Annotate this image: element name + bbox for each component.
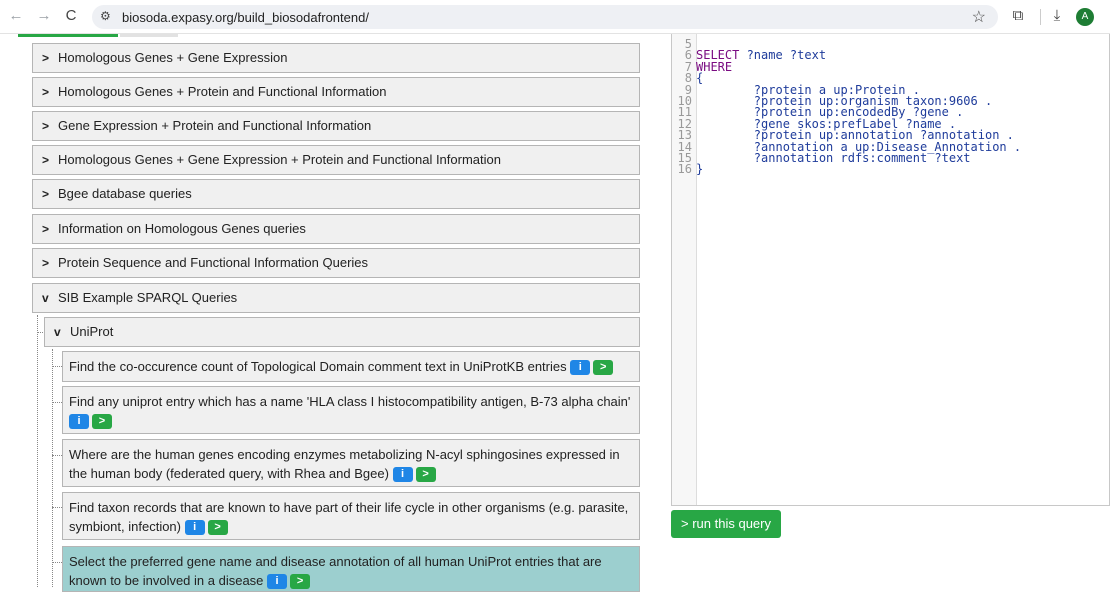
code-text: } [696,162,704,177]
code-content[interactable]: 5 6 SELECT ?name ?text 7 WHERE 8{9 ?protein a… [672,37,1022,177]
line-number: 5 [684,37,692,51]
code-line: 7 WHERE [672,59,1021,74]
toolbar-divider [1040,9,1041,25]
chevron-right-icon: > [42,119,50,133]
tree-line [52,562,62,563]
category-accordion[interactable]: > Homologous Genes + Gene Expression [32,43,640,73]
run-query-button[interactable]: > [207,520,228,536]
category-label: SIB Example SPARQL Queries [58,290,238,305]
extensions-icon[interactable]: ⧉ [1008,6,1028,26]
line-number: 8 [684,71,692,86]
category-accordion[interactable]: > Homologous Genes + Gene Expression + Pr… [32,145,640,175]
category-accordion[interactable]: > Protein Sequence and Functional Informa… [32,248,640,278]
query-item[interactable]: Find taxon records that are known to hav… [62,492,640,540]
address-bar[interactable]: ⚙ biosoda.expasy.org/build_biosodafronte… [92,5,998,29]
run-query-button[interactable]: > [92,414,112,430]
chevron-down-icon: v [54,325,61,339]
url-text[interactable]: biosoda.expasy.org/build_biosodafrontend… [122,10,369,25]
line-number: 6 [684,48,692,63]
info-button[interactable]: i [184,520,205,536]
download-icon[interactable]: ⤓ [1047,6,1067,26]
query-item[interactable]: Find any uniprot entry which has a name … [62,386,640,434]
tree-line [52,349,53,587]
tree-line [52,402,62,403]
category-label: Homologous Genes + Protein and Functiona… [58,84,387,99]
code-text: ?annotation rdfs:comment ?text [696,150,971,165]
reload-icon[interactable]: C [61,6,81,26]
query-item-selected[interactable]: Select the preferred gene name and disea… [62,546,640,592]
info-button[interactable]: i [69,414,89,430]
sparql-editor[interactable]: 5 6 SELECT ?name ?text 7 WHERE 8{9 ?protein a… [671,34,1110,506]
line-number: 7 [684,59,692,74]
chevron-right-icon: > [42,85,50,99]
run-query-button[interactable]: > [593,360,614,376]
info-button[interactable]: i [392,467,413,483]
inactive-tab-indicator [120,34,178,37]
tree-line [52,455,62,456]
site-settings-icon[interactable]: ⚙ [100,9,111,23]
active-tab-indicator [18,34,118,37]
subcategory-label: UniProt [70,324,114,339]
code-line: 15 ?annotation rdfs:comment ?text [672,150,1021,165]
category-label: Homologous Genes + Gene Expression [58,50,288,65]
category-label: Bgee database queries [58,186,192,201]
chevron-right-icon: > [42,222,50,236]
tree-line [37,332,43,333]
query-text: Where are the human genes encoding enzym… [69,447,620,481]
category-label: Protein Sequence and Functional Informat… [58,255,369,270]
query-text: Find taxon records that are known to hav… [69,500,629,534]
profile-avatar[interactable]: A [1076,8,1094,26]
category-accordion[interactable]: > Information on Homologous Genes queries [32,214,640,244]
query-text: Find any uniprot entry which has a name … [69,394,631,409]
chevron-right-icon: > [42,51,50,65]
chevron-right-icon: > [42,187,50,201]
chevron-right-icon: > [42,153,50,167]
category-accordion[interactable]: > Bgee database queries [32,179,640,209]
category-label: Gene Expression + Protein and Functional… [58,118,372,133]
forward-icon[interactable]: → [34,6,54,26]
code-text: ?name ?text [739,48,827,63]
category-accordion[interactable]: > Gene Expression + Protein and Functiona… [32,111,640,141]
category-label: Homologous Genes + Gene Expression + Pro… [58,152,501,167]
info-button[interactable]: i [570,360,591,376]
query-text: Select the preferred gene name and disea… [69,554,602,588]
run-query-button[interactable]: > [415,467,436,483]
category-accordion[interactable]: > Homologous Genes + Protein and Function… [32,77,640,107]
tree-line [37,315,38,587]
category-accordion[interactable]: v SIB Example SPARQL Queries [32,283,640,313]
bookmark-star-icon[interactable]: ☆ [972,7,986,27]
chevron-down-icon: v [42,291,49,305]
subcategory-uniprot[interactable]: v UniProt [44,317,640,347]
browser-toolbar: ← → C ⚙ biosoda.expasy.org/build_biosoda… [0,0,1110,34]
category-label: Information on Homologous Genes queries [58,221,306,236]
back-icon[interactable]: ← [6,6,26,26]
run-this-query-button[interactable]: > run this query [671,510,781,538]
chevron-right-icon: > [42,256,50,270]
query-text: Find the co-occurence count of Topologic… [69,359,567,374]
query-item[interactable]: Where are the human genes encoding enzym… [62,439,640,487]
tree-line [52,366,62,367]
tree-line [52,507,62,508]
code-line: 16} [672,162,1021,177]
query-item[interactable]: Find the co-occurence count of Topologic… [62,351,640,382]
line-number: 16 [677,162,692,177]
